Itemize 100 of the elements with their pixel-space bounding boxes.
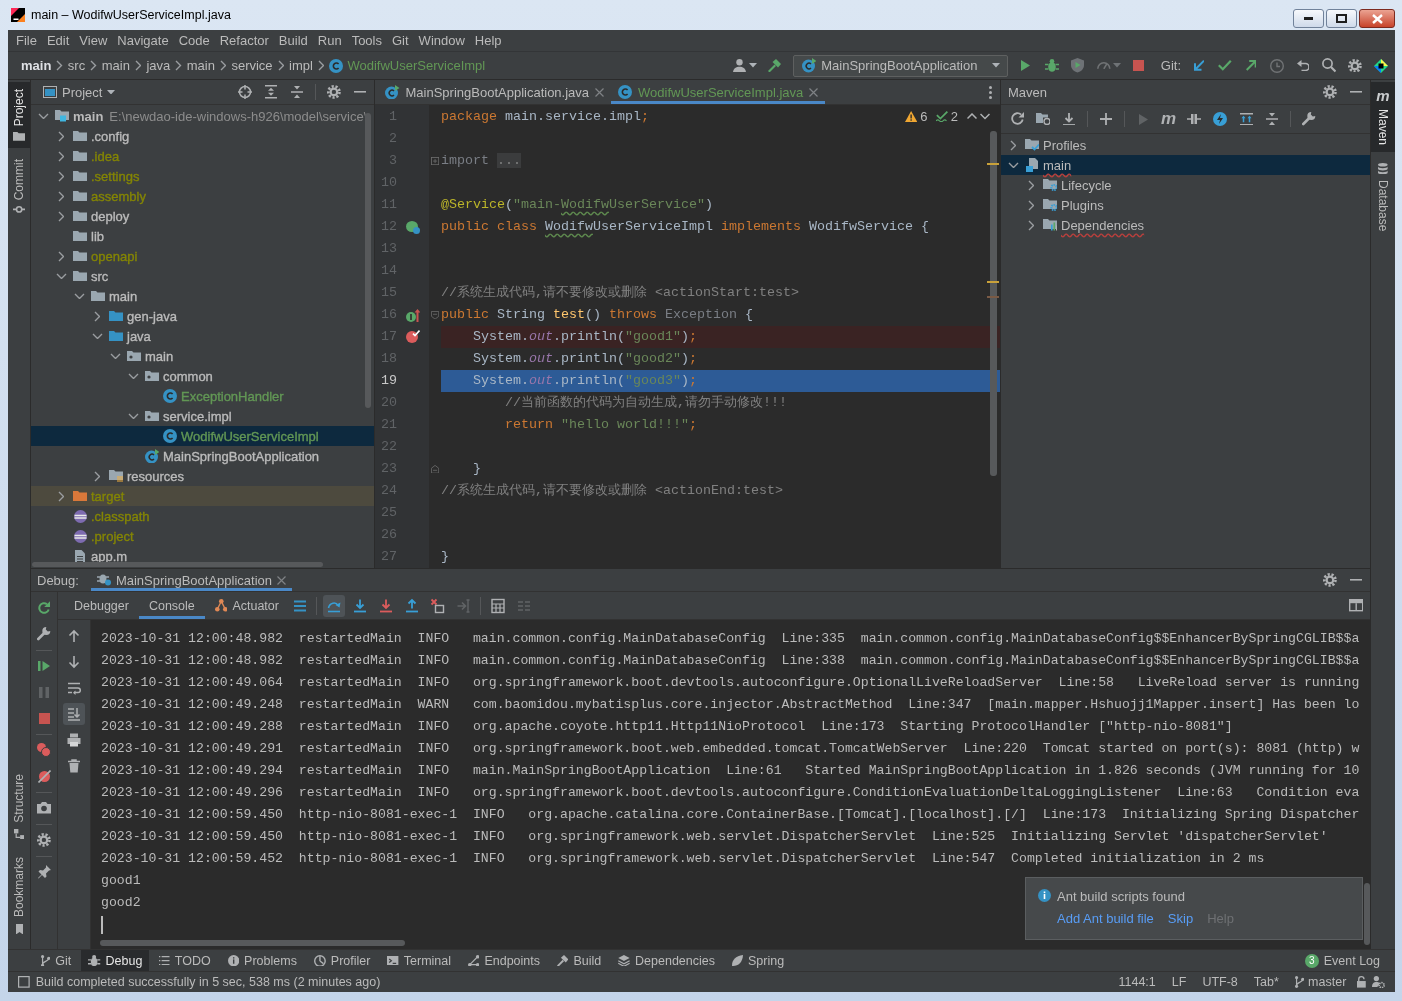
breakpoints-icon[interactable] <box>37 743 51 757</box>
breakpoint-icon[interactable] <box>406 330 420 344</box>
tree-item[interactable]: main <box>1001 155 1370 175</box>
chevron-right-icon[interactable] <box>1027 199 1035 211</box>
app-logo-icon[interactable] <box>1374 58 1388 73</box>
chevron-right-icon[interactable] <box>57 490 65 502</box>
tree-item[interactable]: MainSpringBootApplication <box>31 446 374 466</box>
mute-breakpoints-icon[interactable] <box>37 769 51 783</box>
tool-window-tab[interactable]: Spring <box>725 950 792 971</box>
run-configuration-dropdown[interactable]: MainSpringBootApplication <box>792 54 1008 77</box>
tree-item[interactable]: Lifecycle <box>1001 175 1370 195</box>
breadcrumb[interactable]: main <box>186 58 215 73</box>
indent-setting[interactable]: Tab* <box>1248 975 1284 989</box>
step-over-icon[interactable] <box>322 594 345 617</box>
settings-icon[interactable] <box>327 85 341 99</box>
tree-item[interactable]: Dependencies <box>1001 215 1370 235</box>
lightning-icon[interactable] <box>1213 112 1228 126</box>
menu-item[interactable]: Refactor <box>214 33 274 48</box>
lock-icon[interactable] <box>1357 976 1367 988</box>
user-icon[interactable] <box>733 58 747 73</box>
editor-tab[interactable]: MainSpringBootApplication.java <box>378 80 612 104</box>
settings-icon[interactable] <box>37 833 51 847</box>
chevron-right-icon[interactable] <box>1027 179 1035 191</box>
encoding[interactable]: UTF-8 <box>1197 975 1243 989</box>
tool-window-tab[interactable]: Git <box>34 950 79 971</box>
offline-icon[interactable] <box>1187 114 1202 124</box>
resume-icon[interactable] <box>38 661 50 671</box>
tree-item[interactable]: WodifwUserServiceImpl <box>31 426 374 446</box>
tree-item[interactable]: Profiles <box>1001 135 1370 155</box>
chevron-down-icon[interactable] <box>73 292 85 300</box>
wrench-icon[interactable] <box>37 627 51 641</box>
tree-item[interactable]: .idea <box>31 146 374 166</box>
event-log-button[interactable]: 3 Event Log <box>1297 950 1387 971</box>
branch-widget[interactable]: master <box>1289 975 1352 989</box>
chevron-down-icon[interactable] <box>127 412 139 420</box>
menu-item[interactable]: Navigate <box>112 33 174 48</box>
chevron-down-icon[interactable] <box>109 352 121 360</box>
close-button[interactable] <box>1359 9 1395 28</box>
crosshair-icon[interactable] <box>238 85 252 99</box>
folder-add-icon[interactable] <box>1035 112 1051 126</box>
fold-marker-icon[interactable] <box>430 156 440 166</box>
expand-arrows-icon[interactable] <box>1239 112 1253 126</box>
pin-icon[interactable] <box>37 865 51 879</box>
tool-window-button[interactable]: Commit <box>8 152 30 221</box>
wrench-icon[interactable] <box>1302 112 1316 126</box>
view-selector[interactable]: Project <box>43 84 116 100</box>
download-icon[interactable] <box>1063 112 1075 126</box>
minimize-button[interactable] <box>1293 9 1324 28</box>
tree-item[interactable]: ExceptionHandler <box>31 386 374 406</box>
camera-icon[interactable] <box>37 802 51 814</box>
menu-item[interactable]: File <box>11 33 42 48</box>
chevron-down-icon[interactable] <box>980 113 990 120</box>
scrollbar-thumb[interactable] <box>32 562 323 567</box>
chevron-up-icon[interactable] <box>967 113 977 120</box>
maximize-button[interactable] <box>1326 9 1357 28</box>
goal-button[interactable]: m <box>1161 111 1177 127</box>
breadcrumb[interactable]: service <box>231 58 273 73</box>
warning-count[interactable]: 6 <box>920 109 928 124</box>
fold-marker-icon[interactable] <box>430 310 440 320</box>
shield-icon[interactable] <box>1071 58 1085 73</box>
stop-icon[interactable] <box>38 712 50 724</box>
menu-item[interactable]: Run <box>312 33 347 48</box>
close-icon[interactable] <box>595 87 605 97</box>
tab[interactable]: Actuator <box>204 592 289 619</box>
chevron-right-icon[interactable] <box>1009 139 1017 151</box>
bean-icon[interactable] <box>406 220 420 234</box>
bug-icon[interactable] <box>1044 59 1059 72</box>
more-icon[interactable] <box>989 85 992 99</box>
scroll-to-end-icon[interactable] <box>63 703 85 725</box>
breadcrumb[interactable]: src <box>67 58 86 73</box>
tool-window-button[interactable]: Structure <box>8 767 30 847</box>
implement-marker-icon[interactable] <box>405 308 421 322</box>
tree-item[interactable]: service.impl <box>31 406 374 426</box>
rerun-icon[interactable] <box>37 601 51 615</box>
refresh-icon[interactable] <box>1010 112 1024 126</box>
tree-item[interactable]: .config <box>31 126 374 146</box>
chevron-down-icon[interactable] <box>1007 161 1019 169</box>
menu-item[interactable]: View <box>74 33 113 48</box>
breadcrumb[interactable]: impl <box>289 58 313 73</box>
chevron-right-icon[interactable] <box>57 210 65 222</box>
session-tab[interactable]: MainSpringBootApplication <box>90 569 293 591</box>
tree-item[interactable]: Plugins <box>1001 195 1370 215</box>
scrollbar-thumb[interactable] <box>365 113 371 408</box>
tool-window-button[interactable]: m Maven <box>1371 82 1395 153</box>
tree-item[interactable]: lib <box>31 226 374 246</box>
arrow-down-left-icon[interactable] <box>1193 60 1205 71</box>
chevron-right-icon[interactable] <box>57 190 65 202</box>
tree-item[interactable]: resources <box>31 466 374 486</box>
tree-item[interactable]: main E:\newdao-ide-windows-h926\model\service\ <box>31 106 374 126</box>
run-icon[interactable] <box>1021 60 1031 71</box>
tool-window-tab[interactable]: Endpoints <box>461 950 547 971</box>
menu-item[interactable]: Git <box>387 33 414 48</box>
tree-item[interactable]: deploy <box>31 206 374 226</box>
undo-icon[interactable] <box>1296 59 1310 72</box>
menu-item[interactable]: Code <box>173 33 215 48</box>
tool-window-button[interactable]: Bookmarks <box>8 850 30 941</box>
menu-item[interactable]: Build <box>273 33 313 48</box>
check-icon[interactable] <box>1218 60 1232 71</box>
layout-icon[interactable] <box>1348 599 1364 612</box>
notification-link[interactable]: Add Ant build file <box>1057 911 1154 926</box>
